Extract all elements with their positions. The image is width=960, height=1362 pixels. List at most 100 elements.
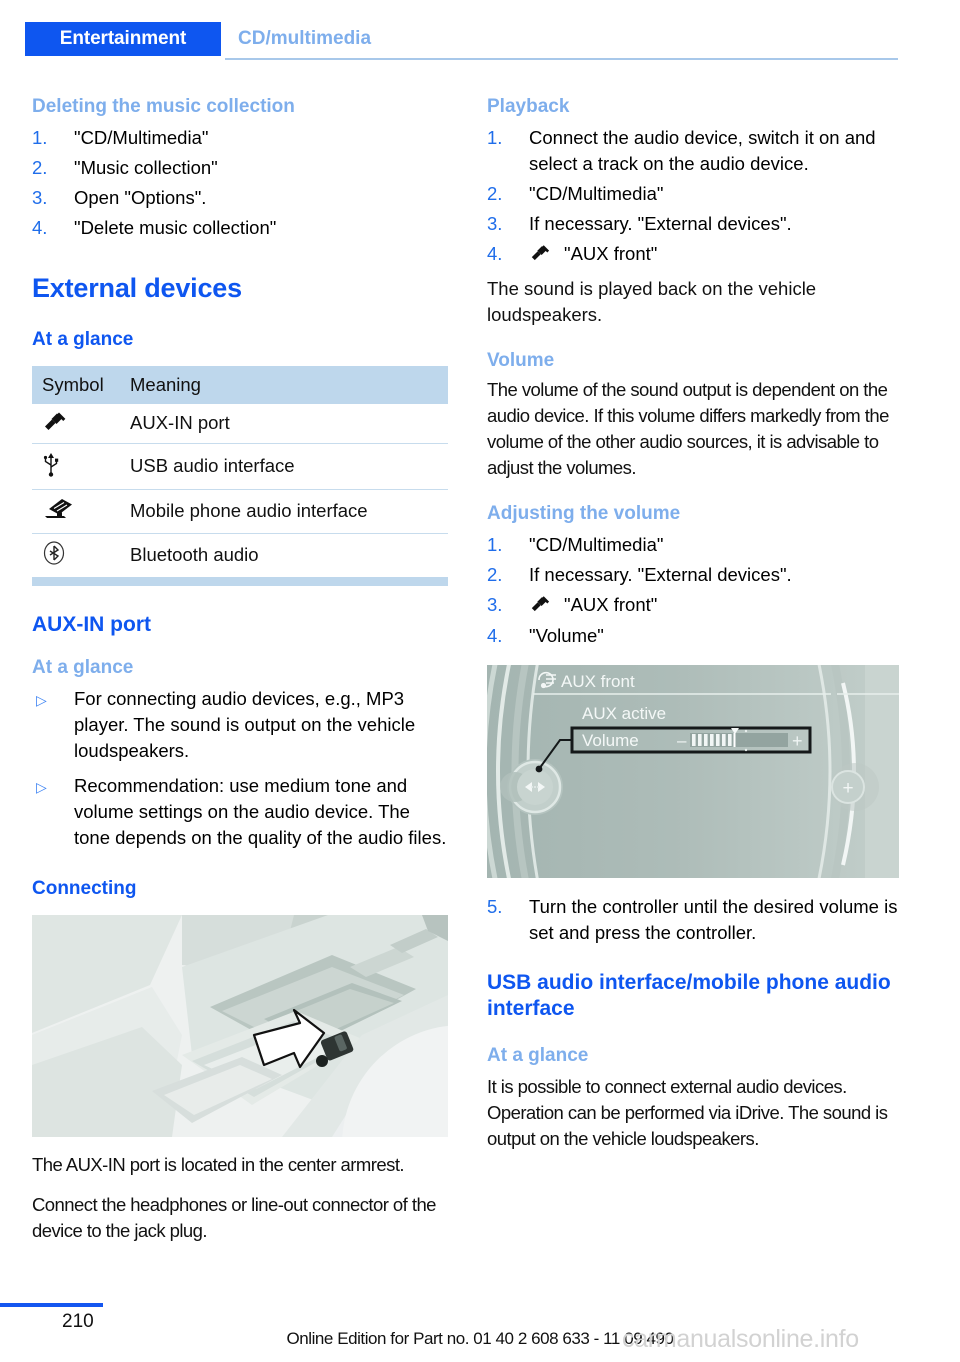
bluetooth-icon	[42, 541, 66, 570]
step-number: 4.	[487, 242, 503, 264]
tab-entertainment[interactable]: Entertainment	[25, 22, 221, 56]
heading-aux-at-a-glance: At a glance	[32, 657, 134, 679]
list-item: 3. If necessary. "External devices".	[487, 211, 899, 237]
cell-symbol	[32, 533, 120, 577]
table-row: AUX-IN port	[32, 403, 448, 444]
paragraph-volume: The volume of the sound output is depend…	[487, 378, 889, 478]
paragraph-connect-headphones: Connect the headphones or line-out conne…	[32, 1193, 436, 1241]
step-text: "AUX front"	[564, 593, 658, 615]
page-header: Entertainment CD/multimedia	[0, 22, 960, 70]
svg-text:AUX front: AUX front	[561, 672, 635, 691]
table-row: Mobile phone audio interface	[32, 489, 448, 534]
step-number: 1.	[32, 126, 48, 148]
mobile-phone-dock-icon	[42, 497, 76, 526]
footer-divider	[0, 1303, 103, 1307]
step-text: "CD/Multimedia"	[529, 533, 664, 555]
heading-connecting: Connecting	[32, 877, 137, 899]
triangle-bullet-icon: ▷	[36, 691, 47, 708]
step-text: Open "Options".	[74, 186, 207, 208]
step-number: 5.	[487, 895, 503, 917]
watermark: carmanualsonline.info	[622, 1325, 859, 1353]
list-item: 2. "Music collection"	[32, 155, 448, 181]
step-text: "Music collection"	[74, 156, 218, 178]
svg-text:Volume: Volume	[582, 731, 639, 750]
paragraph-usb-at-a-glance: It is possible to connect external audio…	[487, 1076, 888, 1150]
list-item: 2. "CD/Multimedia"	[487, 181, 899, 207]
table-header-row: Symbol Meaning	[32, 365, 448, 404]
step-text: Turn the controller until the desired vo…	[529, 895, 898, 943]
svg-text:–: –	[677, 731, 687, 750]
figure-idrive-aux-volume-screen: AUX front AUX active Volume – + +	[487, 664, 899, 878]
right-column: Playback 1. Connect the audio device, swi…	[487, 96, 899, 1152]
step-number: 1.	[487, 126, 503, 148]
step-text: "Volume"	[529, 624, 604, 646]
usb-icon	[42, 451, 60, 482]
list-item: 4. "Delete music collection"	[32, 215, 448, 241]
step-text: If necessary. "External devices".	[529, 212, 792, 234]
svg-text:+: +	[792, 731, 803, 751]
step-number: 2.	[487, 563, 503, 585]
table-footer-band	[32, 576, 448, 586]
cell-symbol	[32, 443, 120, 490]
list-item: 5. Turn the controller until the desired …	[487, 894, 899, 946]
step-text: "CD/Multimedia"	[529, 182, 664, 204]
cell-meaning: Bluetooth audio	[130, 544, 259, 566]
table-row: USB audio interface	[32, 443, 448, 490]
bullet-text: Recommendation: use medium tone and volu…	[74, 774, 447, 848]
aux-jack-plug-icon	[529, 593, 555, 619]
figure-center-console-aux-port	[32, 914, 448, 1137]
list-item: 3. "AUX front"	[487, 592, 899, 619]
step-number: 3.	[32, 186, 48, 208]
list-adjusting-steps: 1. "CD/Multimedia" 2. If necessary. "Exter…	[487, 532, 899, 649]
list-item: ▷ For connecting audio devices, e.g., MP3…	[32, 686, 448, 764]
aux-jack-plug-icon	[42, 411, 72, 436]
column-header-meaning: Meaning	[120, 365, 448, 404]
list-item: ▷ Recommendation: use medium tone and vol…	[32, 773, 448, 851]
step-text: "Delete music collection"	[74, 216, 277, 238]
step-number: 4.	[32, 216, 48, 238]
svg-text:AUX active: AUX active	[582, 704, 666, 723]
aux-jack-plug-icon	[529, 242, 555, 268]
list-item: 2. If necessary. "External devices".	[487, 562, 899, 588]
step-number: 1.	[487, 533, 503, 555]
heading-usb-at-a-glance: At a glance	[487, 1045, 589, 1067]
list-aux-bullets: ▷ For connecting audio devices, e.g., MP3…	[32, 686, 448, 851]
heading-adjusting-the-volume: Adjusting the volume	[487, 502, 681, 524]
list-item: 1. "CD/Multimedia"	[32, 125, 448, 151]
list-item: 4. "Volume"	[487, 623, 899, 649]
list-item: 1. Connect the audio device, switch it on…	[487, 125, 899, 177]
step-number: 2.	[487, 182, 503, 204]
heading-usb-audio-interface: USB audio interface/mobile phone audio i…	[487, 970, 891, 1021]
step-number: 2.	[32, 156, 48, 178]
step-text: Connect the audio device, switch it on a…	[529, 126, 876, 174]
paragraph-playback-note: The sound is played back on the vehicle …	[487, 277, 817, 325]
heading-at-a-glance: At a glance	[32, 329, 134, 351]
list-item: 3. Open "Options".	[32, 185, 448, 211]
triangle-bullet-icon: ▷	[36, 778, 47, 795]
cell-meaning: Mobile phone audio interface	[120, 489, 448, 534]
list-item: 4. "AUX front"	[487, 241, 899, 268]
list-step5: 5. Turn the controller until the desired …	[487, 894, 899, 946]
header-divider	[225, 58, 898, 60]
list-item: 1. "CD/Multimedia"	[487, 532, 899, 558]
step-number: 4.	[487, 624, 503, 646]
bullet-text: For connecting audio devices, e.g., MP3 …	[74, 687, 416, 761]
table-row: Bluetooth audio	[32, 533, 448, 577]
manual-page: Entertainment CD/multimedia Deleting the…	[0, 0, 960, 1362]
breadcrumb-cd-multimedia[interactable]: CD/multimedia	[238, 22, 371, 56]
list-deleting-steps: 1. "CD/Multimedia" 2. "Music collection" 3…	[32, 125, 448, 241]
step-number: 3.	[487, 212, 503, 234]
list-playback-steps: 1. Connect the audio device, switch it on…	[487, 125, 899, 268]
heading-playback: Playback	[487, 96, 570, 117]
heading-deleting-music-collection: Deleting the music collection	[32, 96, 295, 117]
step-number: 3.	[487, 593, 503, 615]
cell-meaning: AUX-IN port	[120, 403, 448, 444]
step-text: "AUX front"	[564, 242, 658, 264]
step-text: "CD/Multimedia"	[74, 126, 209, 148]
cell-symbol	[32, 403, 120, 444]
symbol-meaning-table: Symbol Meaning AUX-IN port USB audio int…	[32, 365, 448, 577]
column-header-symbol: Symbol	[32, 365, 120, 404]
svg-text:+: +	[842, 778, 853, 799]
step-text: If necessary. "External devices".	[529, 563, 792, 585]
section-title-external-devices: External devices	[32, 272, 242, 303]
